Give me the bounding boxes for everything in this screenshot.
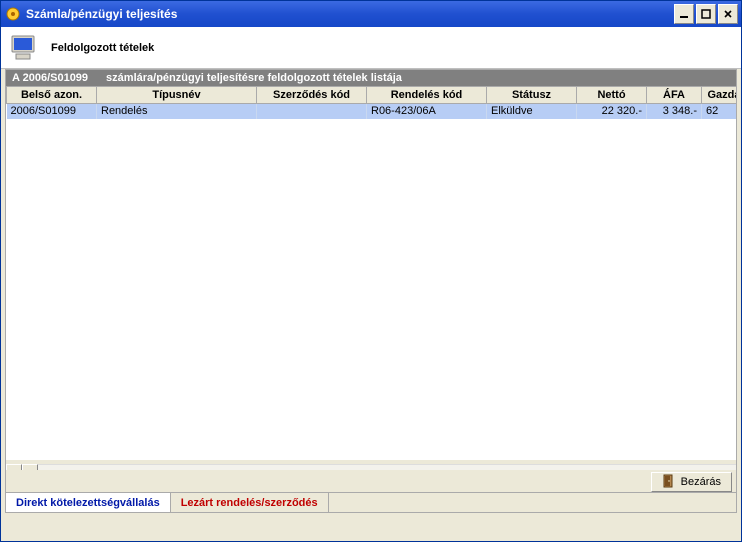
listing-suffix: számlára/pénzügyi teljesítésre feldolgoz… — [106, 72, 402, 84]
listing-header: A 2006/S01099 számlára/pénzügyi teljesít… — [6, 70, 736, 86]
col-gazda[interactable]: Gazdá — [702, 87, 737, 104]
table-row[interactable]: 2006/S01099 Rendelés R06-423/06A Elküldv… — [7, 104, 737, 119]
close-window-button[interactable] — [718, 4, 738, 24]
cell-statusz: Elküldve — [487, 104, 577, 119]
col-rendeles-kod[interactable]: Rendelés kód — [367, 87, 487, 104]
cell-netto: 22 320.- — [577, 104, 647, 119]
cell-tipusnev: Rendelés — [97, 104, 257, 119]
col-szerzodes-kod[interactable]: Szerződés kód — [257, 87, 367, 104]
col-statusz[interactable]: Státusz — [487, 87, 577, 104]
col-belso-azon[interactable]: Belső azon. — [7, 87, 97, 104]
bottom-tabs: Direkt kötelezettségvállalás Lezárt rend… — [6, 492, 736, 512]
listing-prefix: A 2006/S01099 — [12, 72, 88, 84]
cell-rendeles-kod: R06-423/06A — [367, 104, 487, 119]
window: Számla/pénzügyi teljesítés Feldolgozott … — [0, 0, 742, 542]
cell-afa: 3 348.- — [647, 104, 702, 119]
cell-belso-azon: 2006/S01099 — [7, 104, 97, 119]
col-afa[interactable]: ÁFA — [647, 87, 702, 104]
window-title: Számla/pénzügyi teljesítés — [26, 7, 674, 21]
grid[interactable]: Belső azon. Típusnév Szerződés kód Rende… — [6, 86, 736, 460]
column-header-row[interactable]: Belső azon. Típusnév Szerződés kód Rende… — [7, 87, 737, 104]
tab-lezart[interactable]: Lezárt rendelés/szerződés — [171, 493, 329, 512]
header-panel: Feldolgozott tételek — [1, 27, 741, 69]
cell-szerzodes-kod — [257, 104, 367, 119]
close-button[interactable]: Bezárás — [651, 472, 732, 492]
col-tipusnev[interactable]: Típusnév — [97, 87, 257, 104]
monitor-icon — [9, 34, 41, 62]
bottom-bar: Bezárás — [6, 470, 736, 494]
tab-direkt-label: Direkt kötelezettségvállalás — [16, 497, 160, 509]
door-icon — [662, 474, 676, 491]
main-area: A 2006/S01099 számlára/pénzügyi teljesít… — [5, 69, 737, 513]
tab-lezart-label: Lezárt rendelés/szerződés — [181, 497, 318, 509]
close-button-label: Bezárás — [681, 476, 721, 488]
titlebar[interactable]: Számla/pénzügyi teljesítés — [1, 1, 741, 27]
tab-direkt[interactable]: Direkt kötelezettségvállalás — [6, 493, 171, 512]
maximize-button[interactable] — [696, 4, 716, 24]
minimize-button[interactable] — [674, 4, 694, 24]
header-title: Feldolgozott tételek — [51, 42, 154, 54]
col-netto[interactable]: Nettó — [577, 87, 647, 104]
app-icon — [5, 6, 21, 22]
cell-gazda: 62 — [702, 104, 737, 119]
